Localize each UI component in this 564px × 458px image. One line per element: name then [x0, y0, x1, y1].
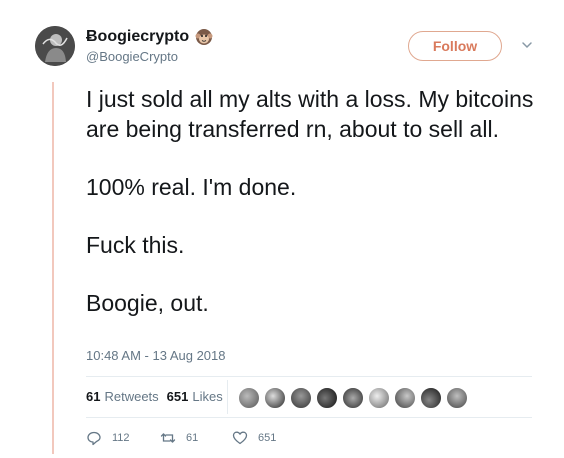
stats-separator: [227, 380, 228, 414]
liker-avatar[interactable]: [316, 387, 338, 409]
liker-avatars: [238, 387, 472, 409]
retweets-count: 61: [86, 389, 101, 404]
retweet-count: 61: [186, 432, 199, 444]
like-count: 651: [258, 432, 277, 444]
display-name[interactable]: Ƀoogiecrypto: [86, 28, 213, 46]
tweet-paragraph: 100% real. I'm done.: [86, 174, 297, 200]
stats: 61 Retweets 651 Likes: [86, 389, 223, 404]
retweets-stat[interactable]: 61 Retweets: [86, 389, 159, 404]
liker-avatar[interactable]: [368, 387, 390, 409]
likes-label: Likes: [192, 389, 223, 404]
retweet-button[interactable]: 61: [160, 430, 232, 446]
liker-avatar[interactable]: [394, 387, 416, 409]
heart-icon: [232, 431, 248, 445]
divider-bottom: [86, 417, 532, 418]
liker-avatar[interactable]: [238, 387, 260, 409]
reply-button[interactable]: 112: [86, 430, 160, 446]
liker-avatar[interactable]: [446, 387, 468, 409]
tweet-paragraph: I just sold all my alts with a loss. My …: [86, 86, 534, 142]
liker-avatar[interactable]: [264, 387, 286, 409]
tweet-paragraph: Fuck this.: [86, 232, 185, 258]
action-bar: 112 61 651: [86, 430, 276, 446]
liker-avatar[interactable]: [290, 387, 312, 409]
avatar[interactable]: [35, 26, 75, 66]
reply-icon: [87, 431, 101, 446]
liker-avatar[interactable]: [342, 387, 364, 409]
tweet-text: I just sold all my alts with a loss. My …: [86, 84, 546, 318]
thread-line: [52, 82, 54, 454]
monkey-face-icon: [195, 29, 213, 45]
retweets-label: Retweets: [104, 389, 159, 404]
likes-stat[interactable]: 651 Likes: [167, 389, 223, 404]
like-button[interactable]: 651: [232, 430, 276, 446]
liker-avatar[interactable]: [420, 387, 442, 409]
reply-count: 112: [112, 432, 130, 444]
retweet-icon: [160, 433, 176, 443]
chevron-down-icon[interactable]: [520, 38, 534, 52]
avatar-image-icon: [35, 26, 75, 66]
follow-button[interactable]: Follow: [408, 31, 502, 61]
divider-top: [86, 376, 532, 377]
handle[interactable]: @BoogieCrypto: [86, 49, 178, 64]
likes-count: 651: [166, 389, 189, 404]
display-name-text[interactable]: Ƀoogiecrypto: [86, 28, 189, 46]
tweet-paragraph: Boogie, out.: [86, 290, 209, 316]
timestamp[interactable]: 10:48 AM - 13 Aug 2018: [86, 348, 226, 363]
